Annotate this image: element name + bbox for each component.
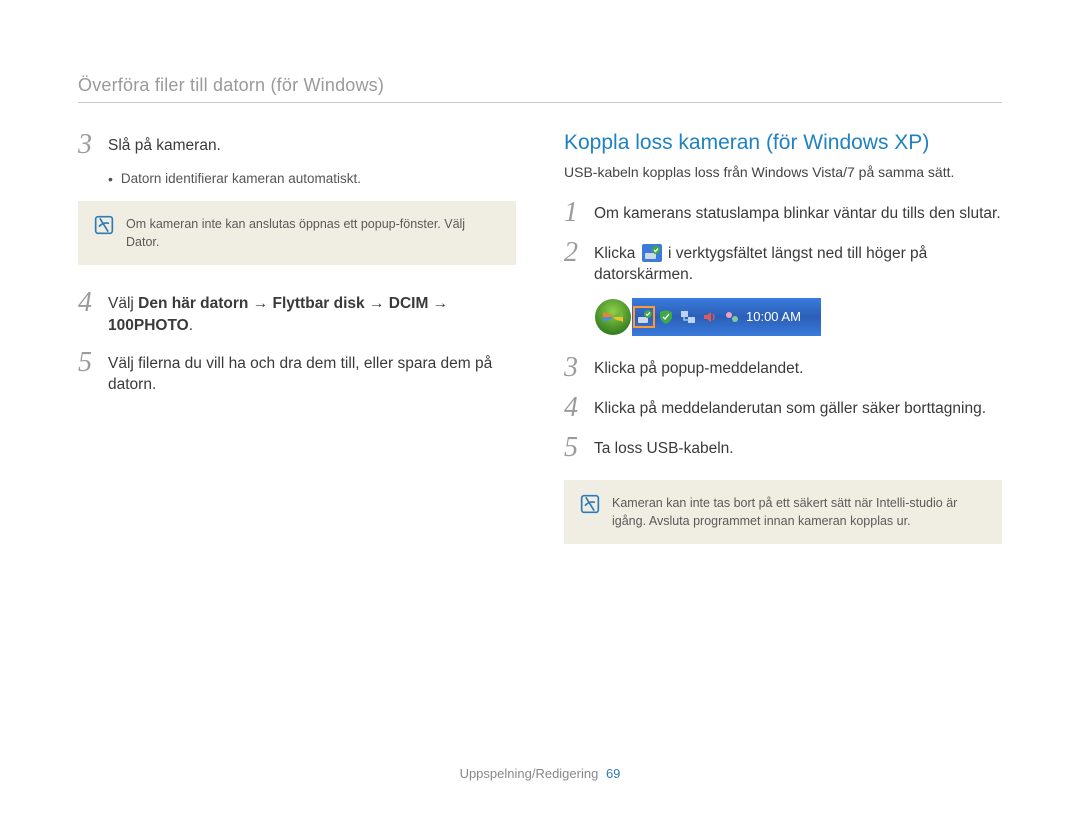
step-4: 4 Välj Den här datorn → Flyttbar disk → … — [78, 289, 516, 336]
safely-remove-hardware-icon — [642, 244, 662, 262]
left-column: 3 Slå på kameran. Datorn identifierar ka… — [78, 131, 516, 568]
note-text: Kameran kan inte tas bort på ett säkert … — [612, 494, 984, 530]
generic-tray-icon — [724, 309, 740, 325]
step-text: Klicka på popup-meddelandet. — [594, 354, 803, 380]
step-text: Klicka i verktygsfältet längst ned till … — [594, 239, 1002, 286]
step-text: Om kamerans statuslampa blinkar väntar d… — [594, 199, 1001, 225]
page-heading: Överföra filer till datorn (för Windows) — [78, 75, 1002, 102]
r-step-2: 2 Klicka i verktygsfältet längst ned til… — [564, 239, 1002, 286]
safely-remove-hardware-tray-icon — [636, 309, 652, 325]
start-button-icon — [594, 298, 632, 336]
step-text: Välj Den här datorn → Flyttbar disk → DC… — [108, 289, 516, 336]
step-3: 3 Slå på kameran. — [78, 131, 516, 159]
step-text: Ta loss USB-kabeln. — [594, 434, 734, 460]
step-number: 3 — [78, 131, 108, 159]
note-text: Om kameran inte kan anslutas öppnas ett … — [126, 215, 498, 251]
volume-tray-icon — [702, 309, 718, 325]
step-text: Slå på kameran. — [108, 131, 221, 157]
step-number: 5 — [78, 349, 108, 377]
r-step-5: 5 Ta loss USB-kabeln. — [564, 434, 1002, 462]
right-column: Koppla loss kameran (för Windows XP) USB… — [564, 131, 1002, 568]
step-number: 4 — [564, 394, 594, 422]
r-step-1: 1 Om kamerans statuslampa blinkar väntar… — [564, 199, 1002, 227]
manual-page: Överföra filer till datorn (för Windows)… — [0, 0, 1080, 568]
note-icon — [580, 494, 600, 514]
step-3-sub-bullet: Datorn identifierar kameran automatiskt. — [108, 171, 516, 187]
shield-tray-icon — [658, 309, 674, 325]
system-tray: 10:00 AM — [632, 298, 821, 336]
section-subtitle: USB-kabeln kopplas loss från Windows Vis… — [564, 163, 1002, 183]
r-step-4: 4 Klicka på meddelanderutan som gäller s… — [564, 394, 1002, 422]
step-number: 4 — [78, 289, 108, 317]
network-tray-icon — [680, 309, 696, 325]
page-footer: Uppspelning/Redigering 69 — [0, 766, 1080, 781]
note-icon — [94, 215, 114, 235]
step-5: 5 Välj filerna du vill ha och dra dem ti… — [78, 349, 516, 396]
footer-section: Uppspelning/Redigering — [460, 766, 599, 781]
header-rule — [78, 102, 1002, 103]
section-title: Koppla loss kameran (för Windows XP) — [564, 131, 1002, 155]
content-columns: 3 Slå på kameran. Datorn identifierar ka… — [78, 131, 1002, 568]
taskbar-screenshot: 10:00 AM — [594, 298, 1002, 336]
step-number: 1 — [564, 199, 594, 227]
note-box-right: Kameran kan inte tas bort på ett säkert … — [564, 480, 1002, 544]
step-text: Klicka på meddelanderutan som gäller säk… — [594, 394, 986, 420]
page-number: 69 — [606, 766, 620, 781]
r-step-3: 3 Klicka på popup-meddelandet. — [564, 354, 1002, 382]
step-number: 2 — [564, 239, 594, 267]
step-text: Välj filerna du vill ha och dra dem till… — [108, 349, 516, 396]
step-number: 5 — [564, 434, 594, 462]
step-number: 3 — [564, 354, 594, 382]
note-box-left: Om kameran inte kan anslutas öppnas ett … — [78, 201, 516, 265]
taskbar-clock: 10:00 AM — [746, 309, 801, 324]
